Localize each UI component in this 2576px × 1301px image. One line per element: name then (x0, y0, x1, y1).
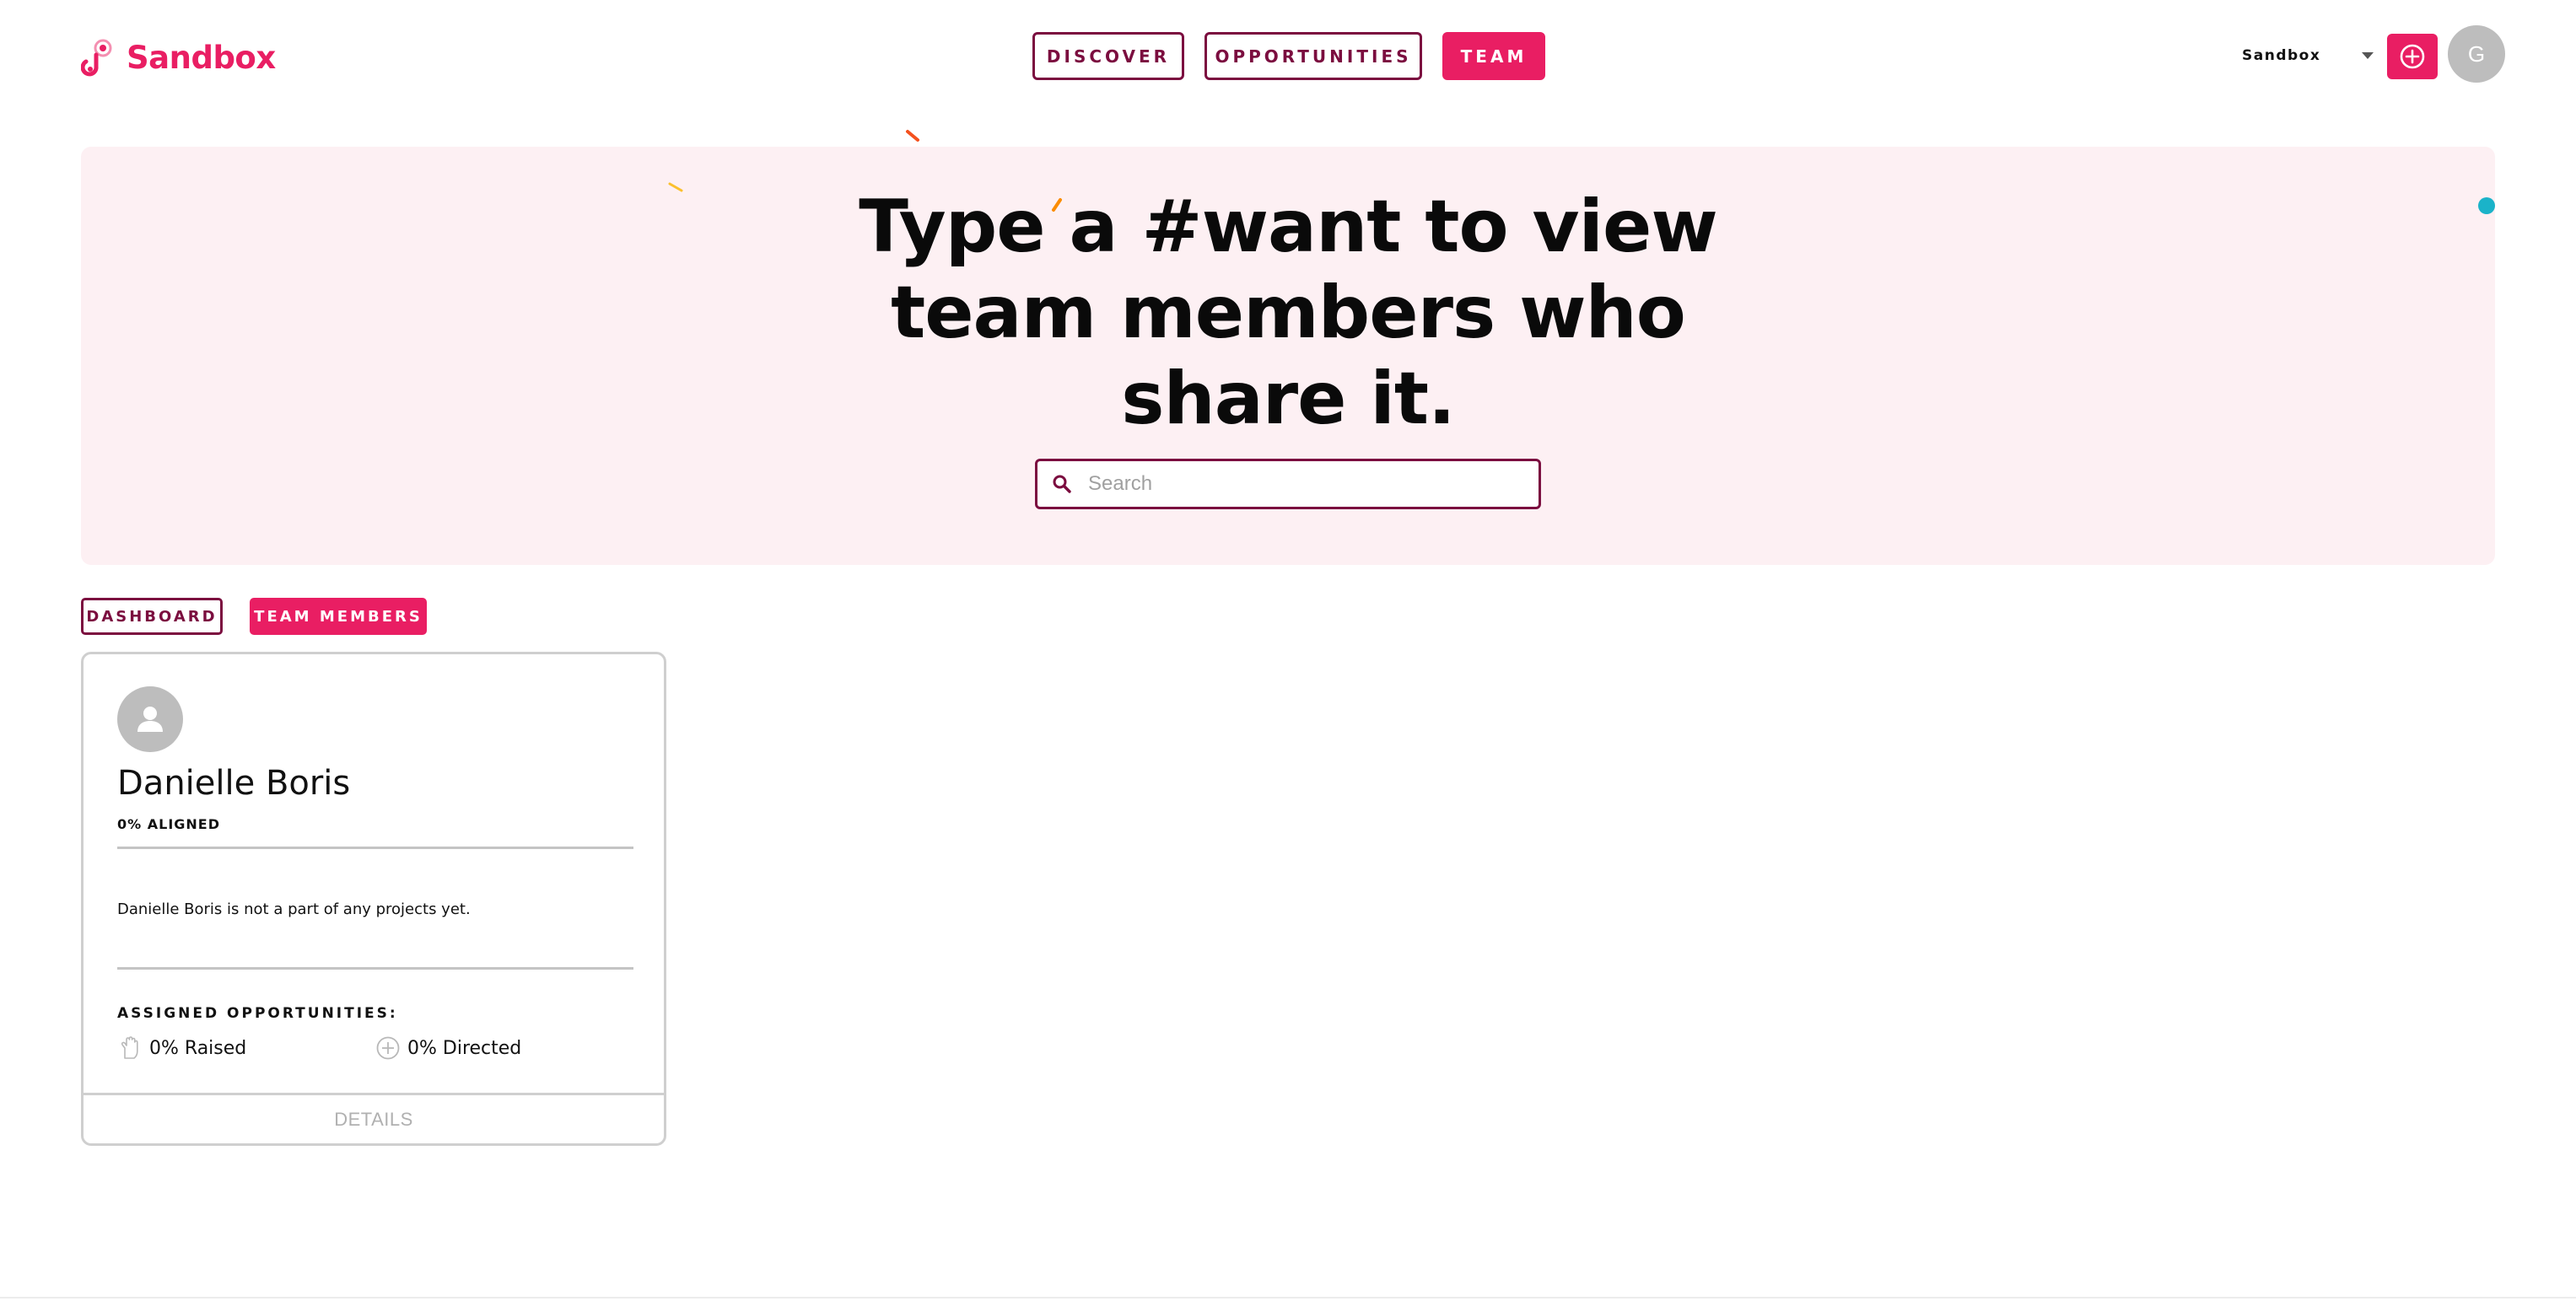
plus-circle-icon (2400, 44, 2425, 69)
raised-stat: 0% Raised (117, 1035, 246, 1061)
projects-status: Danielle Boris is not a part of any proj… (117, 900, 471, 918)
organization-name: Sandbox (2242, 47, 2321, 64)
nav-opportunities-button[interactable]: OPPORTUNITIES (1204, 32, 1422, 80)
assigned-opportunities-label: ASSIGNED OPPORTUNITIES: (117, 1005, 398, 1022)
confetti-piece (906, 130, 919, 142)
hero-title-line: Type a #want to view (859, 185, 1718, 269)
divider (117, 847, 633, 849)
tab-team-members[interactable]: TEAM MEMBERS (250, 598, 427, 635)
sandbox-logo-icon (81, 39, 112, 77)
details-button[interactable]: DETAILS (84, 1093, 664, 1143)
confetti-piece (1052, 198, 1062, 212)
search-icon (1053, 475, 1071, 493)
footer-divider (0, 1297, 2576, 1298)
confetti-piece (2478, 197, 2495, 214)
nav-team-button[interactable]: TEAM (1442, 32, 1545, 80)
team-subtabs: DASHBOARD TEAM MEMBERS (81, 598, 427, 635)
nav-discover-button[interactable]: DISCOVER (1032, 32, 1184, 80)
directed-value: 0% Directed (407, 1037, 522, 1059)
hero-banner: Type a #want to view team members who sh… (81, 147, 2495, 565)
tab-dashboard[interactable]: DASHBOARD (81, 598, 223, 635)
member-avatar (117, 686, 183, 752)
hero-title-line: team members who (891, 271, 1686, 355)
directed-stat: 0% Directed (375, 1035, 521, 1061)
member-search[interactable] (1035, 459, 1541, 509)
chevron-down-icon (2362, 52, 2374, 59)
add-button[interactable] (2387, 34, 2438, 79)
person-icon (137, 707, 163, 732)
top-bar: Sandbox DISCOVER OPPORTUNITIES TEAM Sand… (0, 0, 2576, 113)
brand-logo[interactable]: Sandbox (81, 37, 276, 78)
search-input[interactable] (1088, 472, 1510, 496)
confetti-piece (668, 182, 683, 192)
main-nav: DISCOVER OPPORTUNITIES TEAM (1032, 32, 1545, 80)
hero-title: Type a #want to view team members who sh… (529, 184, 2047, 442)
member-name: Danielle Boris (117, 764, 351, 803)
divider (117, 967, 633, 970)
brand-name: Sandbox (127, 39, 276, 76)
hero-title-line: share it. (1121, 357, 1455, 441)
raised-hand-icon (121, 1036, 138, 1059)
plus-circle-icon (376, 1036, 400, 1060)
alignment-percent: 0% ALIGNED (117, 816, 220, 832)
user-avatar[interactable]: G (2448, 25, 2505, 83)
member-card: Danielle Boris 0% ALIGNED Danielle Boris… (81, 652, 666, 1146)
organization-select[interactable]: Sandbox (2227, 40, 2379, 71)
raised-value: 0% Raised (149, 1037, 247, 1059)
